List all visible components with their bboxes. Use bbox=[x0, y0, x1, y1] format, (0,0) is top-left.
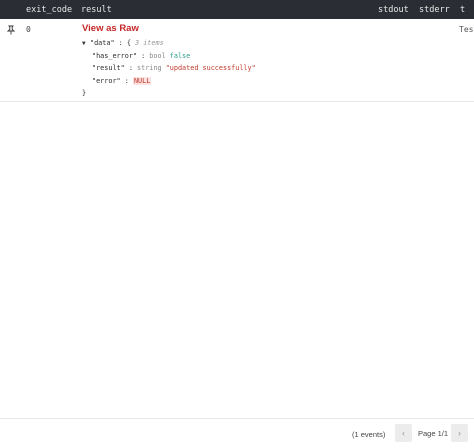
json-viewer: ▼ "data" : { 3 items "has_error" : bool f… bbox=[82, 37, 256, 100]
column-result[interactable]: result bbox=[81, 5, 112, 15]
prev-page-button[interactable]: ‹ bbox=[395, 424, 412, 442]
next-page-button[interactable]: › bbox=[451, 424, 468, 442]
json-type-bool: bool bbox=[149, 51, 166, 60]
json-colon: : bbox=[137, 51, 150, 60]
json-key-data: "data" bbox=[90, 39, 115, 47]
exit-code-value: 0 bbox=[26, 25, 31, 34]
column-stdout[interactable]: stdout bbox=[378, 5, 409, 15]
json-value-error: NULL bbox=[132, 76, 152, 85]
json-colon: : bbox=[120, 76, 133, 85]
table-row: 0 View as Raw Tes ▼ "data" : { 3 items "h… bbox=[0, 19, 474, 102]
json-colon: : bbox=[124, 64, 138, 72]
json-close-brace: } bbox=[82, 89, 87, 97]
json-items-count: 3 items bbox=[135, 39, 164, 47]
pagination-footer: (1 events) ‹ Page 1/1 › bbox=[0, 418, 474, 448]
json-type-string: string bbox=[137, 64, 162, 72]
pin-icon[interactable] bbox=[6, 25, 16, 35]
column-truncated[interactable]: t bbox=[460, 5, 465, 15]
json-key-error: "error" bbox=[92, 76, 121, 85]
json-colon: : { bbox=[114, 39, 136, 47]
json-value-result: "updated successfully" bbox=[165, 64, 256, 72]
event-count: (1 events) bbox=[352, 430, 386, 439]
page-indicator: Page 1/1 bbox=[418, 429, 449, 438]
json-value-has-error: false bbox=[169, 51, 191, 60]
json-line-result: "result" : string "updated successfully" bbox=[82, 62, 256, 75]
view-as-raw-link[interactable]: View as Raw bbox=[82, 23, 139, 34]
json-key-result: "result" bbox=[92, 64, 125, 72]
table-header: exit_code result stdout stderr t bbox=[0, 0, 474, 19]
column-exit-code[interactable]: exit_code bbox=[26, 5, 72, 15]
json-key-has-error: "has_error" bbox=[92, 51, 138, 60]
truncated-cell-text: Tes bbox=[459, 25, 474, 34]
json-line-data: ▼ "data" : { 3 items bbox=[82, 37, 256, 50]
json-line-error: "error" : NULL bbox=[82, 75, 256, 88]
column-stderr[interactable]: stderr bbox=[419, 5, 450, 15]
json-line-has-error: "has_error" : bool false bbox=[82, 50, 256, 63]
json-line-close: } bbox=[82, 87, 256, 100]
